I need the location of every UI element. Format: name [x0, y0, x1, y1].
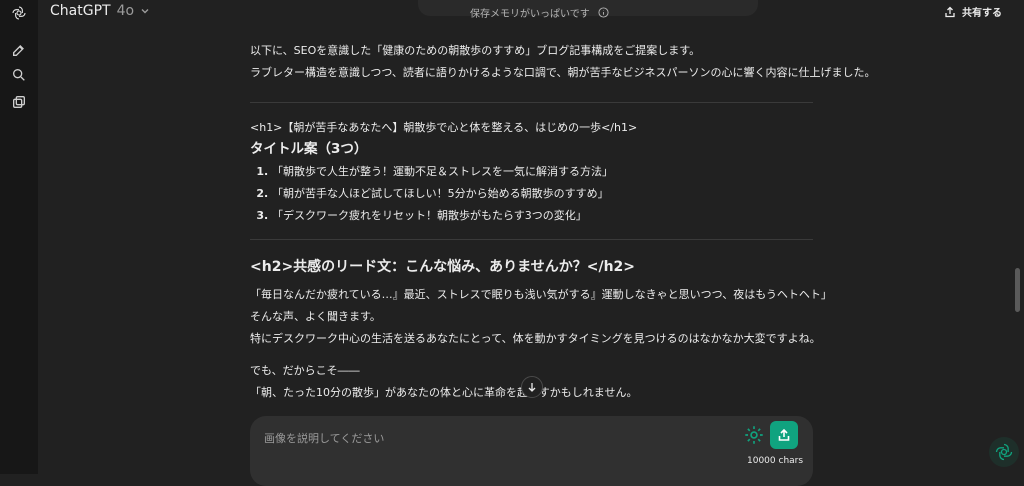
assistant-message: 以下に、SEOを意識した「健康のための朝散歩のすすめ」ブログ記事構成をご提案しま… — [250, 40, 876, 404]
top-bar: ChatGPT 4o 保存メモリがいっぱいです 共有する — [38, 0, 1024, 26]
intro-line-1: 以下に、SEOを意識した「健康のための朝散歩のすすめ」ブログ記事構成をご提案しま… — [250, 44, 701, 57]
divider — [250, 102, 813, 103]
openai-logo-icon[interactable] — [11, 5, 27, 21]
share-icon — [945, 6, 955, 17]
chevron-down-icon — [141, 9, 149, 14]
composer: 画像を説明してください 10000 chars — [250, 416, 813, 486]
scrollbar-thumb[interactable] — [1015, 268, 1020, 312]
list-item: 「朝が苦手な人ほど試してほしい！5分から始める朝散歩のすすめ」 — [272, 183, 813, 205]
search-icon[interactable] — [11, 67, 27, 83]
share-button[interactable]: 共有する — [944, 4, 1002, 19]
edit-icon[interactable] — [11, 42, 27, 58]
h1-line: <h1>【朝が苦手なあなたへ】朝散歩で心と体を整える、はじめの一歩</h1> — [250, 121, 638, 134]
lead-line-2: そんな声、よく聞きます。 — [250, 310, 381, 323]
openai-logo-icon — [995, 443, 1013, 461]
intro-line-2: ラブレター構造を意識しつつ、読者に語りかけるような口調で、朝が苦手なビジネスパー… — [250, 66, 876, 79]
char-count: 10000 chars — [747, 456, 804, 466]
library-icon[interactable] — [11, 94, 27, 110]
assistant-fab[interactable] — [989, 437, 1019, 467]
gear-icon[interactable] — [743, 424, 765, 446]
memory-notice-text: 保存メモリがいっぱいです — [470, 9, 590, 20]
send-button[interactable] — [770, 421, 798, 449]
model-selector[interactable]: ChatGPT 4o — [50, 3, 150, 19]
scroll-down-button[interactable] — [521, 376, 543, 398]
h2-heading: <h2>共感のリード文：こんな悩み、ありませんか？</h2> — [250, 259, 636, 275]
divider — [250, 239, 813, 240]
upload-icon — [778, 428, 790, 441]
lead-line-3: 特にデスクワーク中心の生活を送るあなたにとって、体を動かすタイミングを見つけるの… — [250, 332, 821, 345]
arrow-down-icon — [528, 383, 536, 392]
left-rail — [0, 0, 38, 474]
info-icon[interactable] — [598, 7, 609, 18]
model-version: 4o — [116, 3, 135, 19]
list-item: 「朝散歩で人生が整う！運動不足＆ストレスを一気に解消する方法」 — [272, 161, 813, 183]
prompt-input[interactable]: 画像を説明してください — [264, 430, 384, 446]
titles-list: 「朝散歩で人生が整う！運動不足＆ストレスを一気に解消する方法」 「朝が苦手な人ほ… — [250, 161, 813, 227]
memory-notice: 保存メモリがいっぱいです — [470, 5, 609, 20]
lead-line-1: 「毎日なんだか疲れている…』最近、ストレスで眠りも浅い気がする』運動しなきゃと思… — [250, 288, 832, 301]
titles-heading: タイトル案（3つ） — [250, 141, 368, 157]
list-item: 「デスクワーク疲れをリセット！朝散歩がもたらす3つの変化」 — [272, 205, 813, 227]
share-label: 共有する — [962, 8, 1002, 19]
model-name: ChatGPT — [50, 3, 111, 19]
